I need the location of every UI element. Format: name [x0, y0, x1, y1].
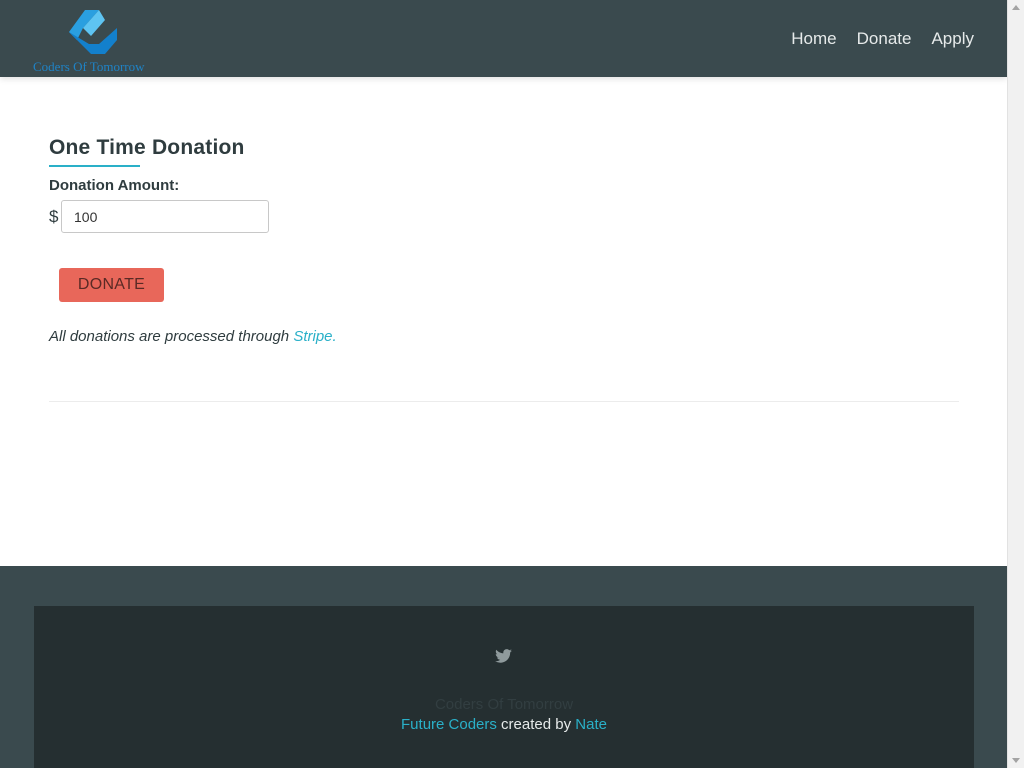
site-logo[interactable]: Coders Of Tomorrow	[33, 8, 157, 74]
main-nav: Home Donate Apply	[791, 29, 974, 49]
stripe-note-text: All donations are processed through	[49, 328, 294, 345]
stripe-note: All donations are processed through Stri…	[49, 328, 337, 345]
scroll-down-arrow-icon[interactable]	[1012, 758, 1020, 763]
footer-brand: Coders Of Tomorrow	[434, 696, 574, 713]
donation-amount-input[interactable]	[61, 200, 269, 233]
scroll-up-arrow-icon[interactable]	[1012, 5, 1020, 10]
credit-text: created by	[496, 716, 576, 733]
logo-mark-icon	[69, 10, 117, 54]
stripe-link[interactable]: Stripe.	[293, 328, 336, 345]
section-divider	[49, 401, 959, 402]
page-title: One Time Donation	[49, 136, 245, 159]
nav-apply-link[interactable]: Apply	[931, 29, 974, 49]
author-link[interactable]: Nate	[575, 716, 607, 733]
twitter-icon[interactable]	[495, 649, 512, 663]
footer-credit: Future Coders created by Nate	[34, 716, 974, 733]
nav-donate-link[interactable]: Donate	[857, 29, 912, 49]
future-coders-link[interactable]: Future Coders	[401, 716, 497, 733]
currency-symbol: $	[49, 207, 59, 226]
donate-button[interactable]: DONATE	[59, 268, 164, 302]
title-underline	[49, 165, 140, 167]
donation-amount-label: Donation Amount:	[49, 177, 180, 194]
site-footer: Coders Of Tomorrow Future Coders created…	[0, 566, 1007, 768]
vertical-scrollbar[interactable]	[1007, 0, 1024, 768]
footer-panel: Coders Of Tomorrow Future Coders created…	[34, 606, 974, 768]
nav-home-link[interactable]: Home	[791, 29, 836, 49]
site-header: Coders Of Tomorrow Home Donate Apply	[0, 0, 1007, 77]
logo-text: Coders Of Tomorrow	[33, 59, 145, 74]
